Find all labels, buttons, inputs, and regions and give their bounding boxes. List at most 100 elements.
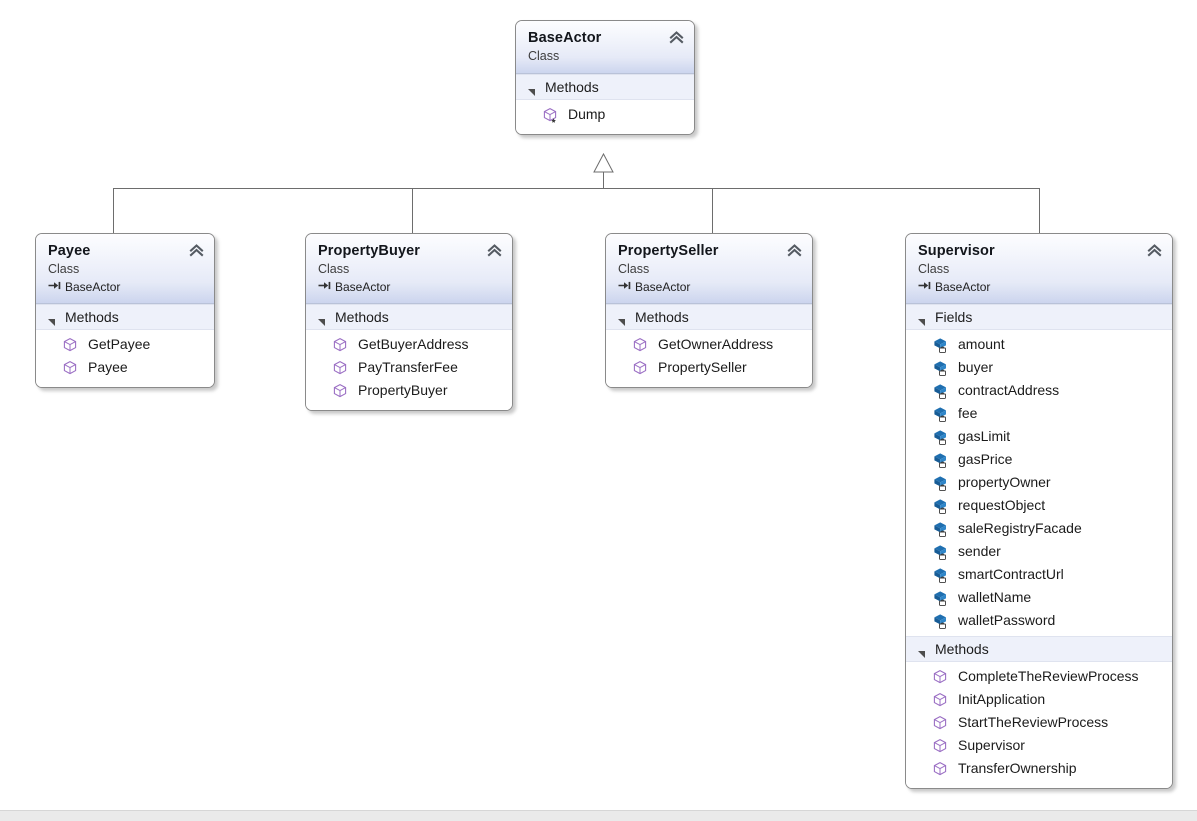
inheritance-arrowhead bbox=[593, 152, 614, 173]
member-row[interactable]: gasLimit bbox=[906, 425, 1172, 448]
member-row[interactable]: TransferOwnership bbox=[906, 757, 1172, 780]
compartment-label: Methods bbox=[635, 309, 689, 325]
class-box-property-buyer[interactable]: PropertyBuyer Class BaseActor Methods Ge… bbox=[305, 233, 513, 411]
member-name: contractAddress bbox=[958, 382, 1060, 398]
member-row[interactable]: smartContractUrl bbox=[906, 563, 1172, 586]
member-name: PropertyBuyer bbox=[358, 382, 448, 398]
member-name: buyer bbox=[958, 359, 994, 375]
compartment-label: Methods bbox=[545, 79, 599, 95]
method-icon bbox=[542, 107, 558, 123]
field-icon bbox=[932, 383, 948, 399]
field-icon bbox=[932, 613, 948, 629]
compartment-header-methods[interactable]: Methods bbox=[306, 304, 512, 330]
chevron-up-double-icon[interactable] bbox=[486, 243, 503, 259]
member-name: PropertySeller bbox=[658, 359, 747, 375]
class-kind: Class bbox=[618, 262, 650, 276]
class-box-supervisor[interactable]: Supervisor Class BaseActor Fields amount… bbox=[905, 233, 1173, 789]
member-row[interactable]: PayTransferFee bbox=[306, 356, 512, 379]
compartment-label: Methods bbox=[935, 641, 989, 657]
member-row[interactable]: fee bbox=[906, 402, 1172, 425]
member-name: StartTheReviewProcess bbox=[958, 714, 1109, 730]
member-name: fee bbox=[958, 405, 978, 421]
member-row[interactable]: GetOwnerAddress bbox=[606, 333, 812, 356]
class-name: BaseActor bbox=[528, 30, 602, 46]
base-class-reference[interactable]: BaseActor bbox=[918, 279, 1160, 295]
member-name: TransferOwnership bbox=[958, 760, 1077, 776]
field-icon bbox=[932, 360, 948, 376]
class-box-payee[interactable]: Payee Class BaseActor Methods GetPayee P… bbox=[35, 233, 215, 388]
base-class-arrow-icon bbox=[918, 279, 931, 295]
member-name: requestObject bbox=[958, 497, 1046, 513]
member-row[interactable]: walletPassword bbox=[906, 609, 1172, 632]
member-row[interactable]: contractAddress bbox=[906, 379, 1172, 402]
member-name: propertyOwner bbox=[958, 474, 1051, 490]
field-icon bbox=[932, 567, 948, 583]
triangle-expanded-icon bbox=[918, 645, 926, 658]
chevron-up-double-icon[interactable] bbox=[188, 243, 205, 259]
member-name: walletPassword bbox=[958, 612, 1056, 628]
member-row[interactable]: GetPayee bbox=[36, 333, 214, 356]
chevron-up-double-icon[interactable] bbox=[786, 243, 803, 259]
member-row[interactable]: PropertySeller bbox=[606, 356, 812, 379]
class-kind: Class bbox=[528, 49, 560, 63]
triangle-expanded-icon bbox=[618, 313, 626, 326]
class-kind: Class bbox=[918, 262, 950, 276]
member-name: GetPayee bbox=[88, 336, 151, 352]
member-row[interactable]: propertyOwner bbox=[906, 471, 1172, 494]
member-row[interactable]: StartTheReviewProcess bbox=[906, 711, 1172, 734]
chevron-up-double-icon[interactable] bbox=[1146, 243, 1163, 259]
compartment-header-methods[interactable]: Methods bbox=[606, 304, 812, 330]
base-class-arrow-icon bbox=[48, 279, 61, 295]
method-icon bbox=[332, 360, 348, 376]
class-box-property-seller[interactable]: PropertySeller Class BaseActor Methods G… bbox=[605, 233, 813, 388]
compartment-header-methods[interactable]: Methods bbox=[906, 636, 1172, 662]
compartment-header-methods[interactable]: Methods bbox=[36, 304, 214, 330]
field-icon bbox=[932, 544, 948, 560]
method-icon bbox=[62, 360, 78, 376]
member-name: gasLimit bbox=[958, 428, 1011, 444]
member-row[interactable]: InitApplication bbox=[906, 688, 1172, 711]
member-list-methods: Dump bbox=[516, 100, 694, 134]
base-class-name: BaseActor bbox=[635, 280, 691, 294]
member-row[interactable]: CompleteTheReviewProcess bbox=[906, 665, 1172, 688]
triangle-expanded-icon bbox=[528, 83, 536, 96]
member-row[interactable]: GetBuyerAddress bbox=[306, 333, 512, 356]
compartment-header-methods[interactable]: Methods bbox=[516, 74, 694, 100]
member-name: amount bbox=[958, 336, 1005, 352]
horizontal-scrollbar[interactable] bbox=[0, 810, 1197, 821]
base-class-reference[interactable]: BaseActor bbox=[618, 279, 800, 295]
method-icon bbox=[932, 715, 948, 731]
compartment-header-fields[interactable]: Fields bbox=[906, 304, 1172, 330]
member-name: CompleteTheReviewProcess bbox=[958, 668, 1139, 684]
chevron-up-double-icon[interactable] bbox=[668, 30, 685, 46]
base-class-reference[interactable]: BaseActor bbox=[318, 279, 500, 295]
member-list-methods: GetOwnerAddress PropertySeller bbox=[606, 330, 812, 387]
base-class-arrow-icon bbox=[318, 279, 331, 295]
base-class-reference[interactable]: BaseActor bbox=[48, 279, 202, 295]
member-name: sender bbox=[958, 543, 1001, 559]
method-icon bbox=[332, 337, 348, 353]
member-row[interactable]: Dump bbox=[516, 103, 694, 126]
member-row[interactable]: Payee bbox=[36, 356, 214, 379]
member-row[interactable]: saleRegistryFacade bbox=[906, 517, 1172, 540]
class-box-base-actor[interactable]: BaseActor Class Methods Dump bbox=[515, 20, 695, 135]
member-row[interactable]: walletName bbox=[906, 586, 1172, 609]
method-icon bbox=[632, 360, 648, 376]
field-icon bbox=[932, 521, 948, 537]
method-icon bbox=[932, 692, 948, 708]
member-row[interactable]: gasPrice bbox=[906, 448, 1172, 471]
member-list-methods: GetBuyerAddress PayTransferFee PropertyB… bbox=[306, 330, 512, 410]
class-header-supervisor: Supervisor Class BaseActor bbox=[906, 234, 1172, 304]
member-row[interactable]: PropertyBuyer bbox=[306, 379, 512, 402]
member-row[interactable]: Supervisor bbox=[906, 734, 1172, 757]
method-icon bbox=[62, 337, 78, 353]
member-name: Supervisor bbox=[958, 737, 1025, 753]
member-row[interactable]: requestObject bbox=[906, 494, 1172, 517]
member-row[interactable]: buyer bbox=[906, 356, 1172, 379]
member-row[interactable]: amount bbox=[906, 333, 1172, 356]
member-row[interactable]: sender bbox=[906, 540, 1172, 563]
member-list-methods: GetPayee Payee bbox=[36, 330, 214, 387]
field-icon bbox=[932, 452, 948, 468]
member-name: GetBuyerAddress bbox=[358, 336, 469, 352]
method-icon bbox=[632, 337, 648, 353]
